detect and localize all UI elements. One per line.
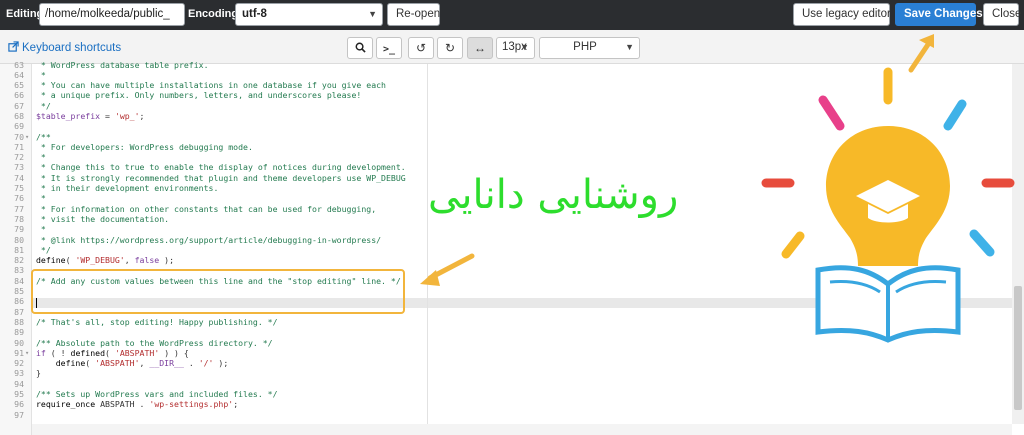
persian-overlay-text: روشنایی دانایی [428,172,679,218]
lightbulb-logo [761,67,1015,343]
file-editor-window: Editing: /home/molkeeda/public_ Encoding… [0,0,1024,435]
arrow-left-icon [420,253,475,286]
arrow-up-icon [908,34,934,73]
